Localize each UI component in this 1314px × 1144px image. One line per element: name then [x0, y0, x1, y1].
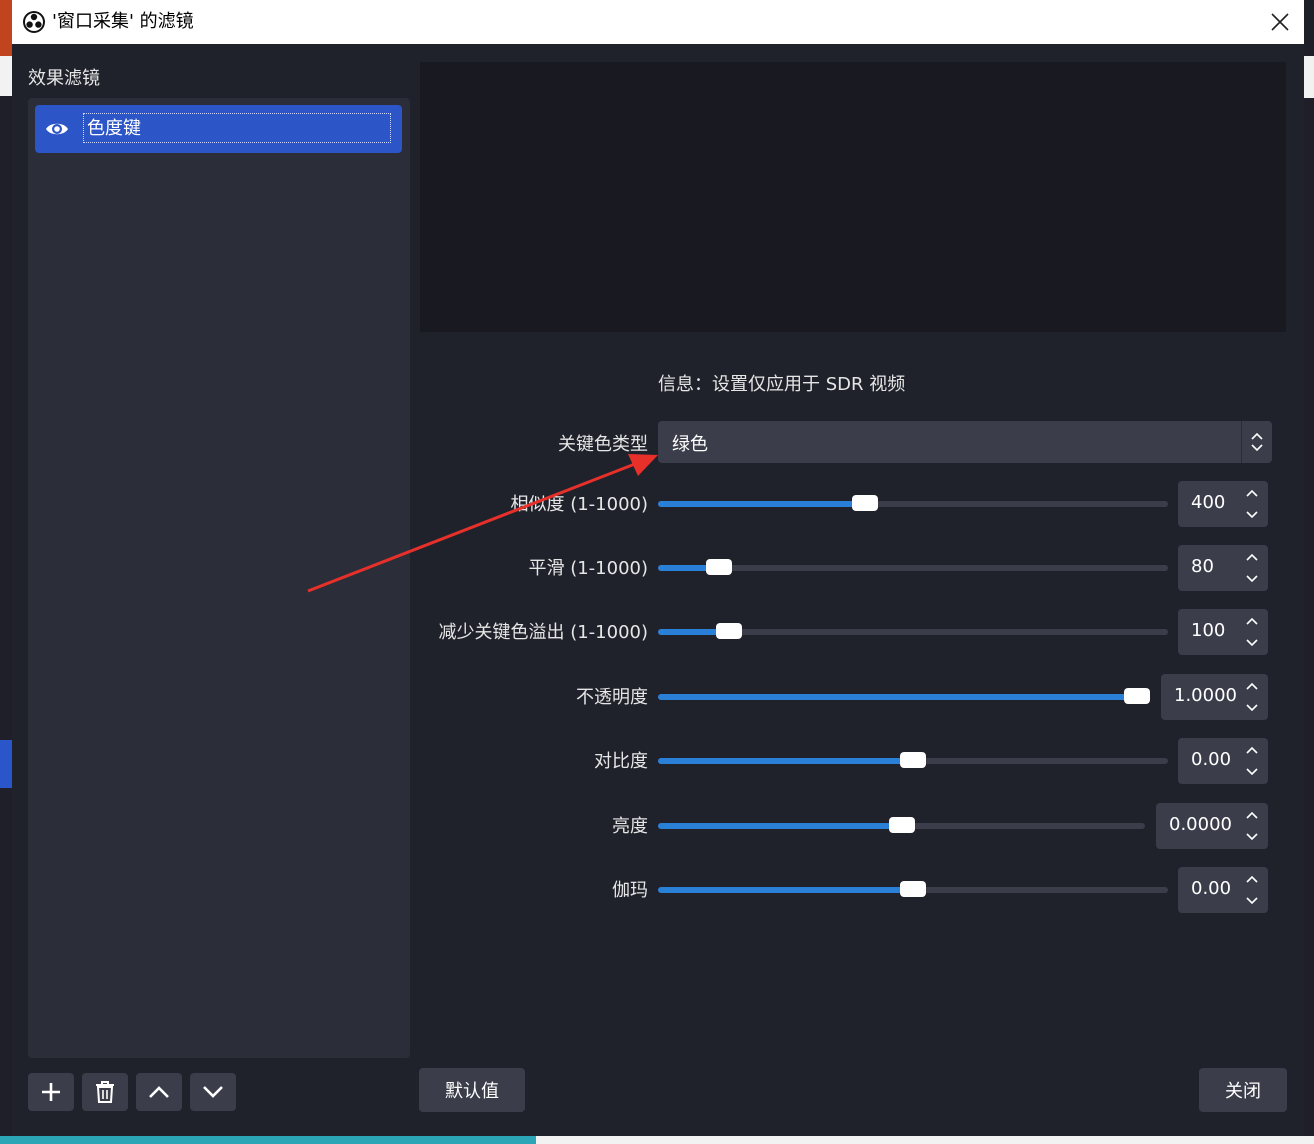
slider-fill: [658, 501, 865, 507]
smoothness-slider[interactable]: [658, 559, 1168, 575]
slider-fill: [658, 694, 1137, 700]
slider-handle[interactable]: [716, 623, 743, 639]
opacity-label: 不透明度: [576, 687, 648, 708]
spinbox-arrows-icon[interactable]: [1244, 873, 1260, 907]
filter-item-chroma-key[interactable]: 色度键: [35, 105, 402, 153]
smoothness-label: 平滑 (1-1000): [528, 558, 648, 579]
trash-icon: [96, 1081, 114, 1103]
key-color-type-label: 关键色类型: [558, 434, 648, 455]
spill-reduction-spinbox[interactable]: 100: [1178, 609, 1268, 655]
spinbox-arrows-icon[interactable]: [1244, 680, 1260, 714]
select-divider: [1241, 421, 1242, 463]
move-filter-up-button[interactable]: [136, 1073, 182, 1111]
eye-icon[interactable]: [45, 119, 69, 139]
chevron-down-icon: [203, 1086, 223, 1098]
spinbox-value: 80: [1191, 556, 1214, 577]
window-close-button[interactable]: [1262, 4, 1298, 40]
defaults-button[interactable]: 默认值: [419, 1068, 525, 1112]
spill-reduction-slider[interactable]: [658, 623, 1168, 639]
plus-icon: [42, 1083, 60, 1101]
add-filter-button[interactable]: [28, 1073, 74, 1111]
select-arrows-icon: [1251, 432, 1263, 452]
spinbox-arrows-icon[interactable]: [1244, 615, 1260, 649]
gamma-spinbox[interactable]: 0.00: [1178, 867, 1268, 913]
similarity-slider[interactable]: [658, 495, 1168, 511]
spinbox-arrows-icon[interactable]: [1244, 744, 1260, 778]
slider-handle[interactable]: [888, 817, 915, 833]
spill-reduction-label: 减少关键色溢出 (1-1000): [438, 622, 648, 643]
slider-handle[interactable]: [900, 881, 926, 897]
key-color-type-value: 绿色: [672, 434, 708, 455]
contrast-spinbox[interactable]: 0.00: [1178, 738, 1268, 784]
move-filter-down-button[interactable]: [190, 1073, 236, 1111]
remove-filter-button[interactable]: [82, 1073, 128, 1111]
spinbox-value: 0.00: [1191, 878, 1232, 899]
spinbox-arrows-icon[interactable]: [1244, 809, 1260, 843]
preview-area: [420, 62, 1286, 332]
spinbox-arrows-icon[interactable]: [1244, 487, 1260, 521]
background-app-left: [0, 0, 12, 1144]
spinbox-value: 0.0000: [1169, 814, 1232, 835]
chevron-up-icon: [149, 1086, 169, 1098]
gamma-label: 伽玛: [612, 880, 648, 901]
background-app-left-strip: [0, 56, 12, 96]
filters-section-label: 效果滤镜: [28, 68, 100, 89]
title-bar: '窗口采集' 的滤镜: [12, 0, 1304, 44]
spinbox-value: 1.0000: [1174, 685, 1237, 706]
close-icon: [1271, 13, 1289, 31]
background-app-left-accent: [0, 0, 12, 56]
brightness-slider[interactable]: [658, 817, 1145, 833]
info-text: 信息：设置仅应用于 SDR 视频: [658, 374, 906, 395]
slider-fill: [658, 758, 913, 764]
background-app-left-selection: [0, 740, 12, 788]
spinbox-value: 400: [1191, 492, 1226, 513]
slider-fill: [658, 823, 902, 829]
slider-handle[interactable]: [706, 559, 733, 575]
opacity-spinbox[interactable]: 1.0000: [1161, 674, 1268, 720]
brightness-label: 亮度: [612, 816, 648, 837]
spinbox-value: 0.00: [1191, 749, 1232, 770]
close-button[interactable]: 关闭: [1199, 1068, 1287, 1112]
key-color-type-select[interactable]: 绿色: [658, 421, 1272, 463]
brightness-spinbox[interactable]: 0.0000: [1156, 803, 1268, 849]
spinbox-arrows-icon[interactable]: [1244, 551, 1260, 585]
smoothness-spinbox[interactable]: 80: [1178, 545, 1268, 591]
slider-handle[interactable]: [1124, 688, 1150, 704]
background-taskbar-accent: [0, 1136, 536, 1144]
background-app-right: [1304, 0, 1314, 1144]
slider-handle[interactable]: [851, 495, 878, 511]
window-title: '窗口采集' 的滤镜: [52, 11, 194, 32]
filters-dialog: '窗口采集' 的滤镜 效果滤镜 色度键 信息：设置仅应用于 SDR 视频 关键色…: [12, 0, 1304, 1136]
background-app-right-strip: [1304, 56, 1314, 98]
similarity-label: 相似度 (1-1000): [510, 494, 648, 515]
gamma-slider[interactable]: [658, 881, 1168, 897]
contrast-slider[interactable]: [658, 752, 1168, 768]
obs-logo-icon: [23, 11, 45, 33]
spinbox-value: 100: [1191, 620, 1226, 641]
filter-item-label: 色度键: [87, 118, 141, 139]
contrast-label: 对比度: [594, 751, 648, 772]
slider-handle[interactable]: [900, 752, 926, 768]
similarity-spinbox[interactable]: 400: [1178, 481, 1268, 527]
slider-fill: [658, 887, 913, 893]
opacity-slider[interactable]: [658, 688, 1150, 704]
